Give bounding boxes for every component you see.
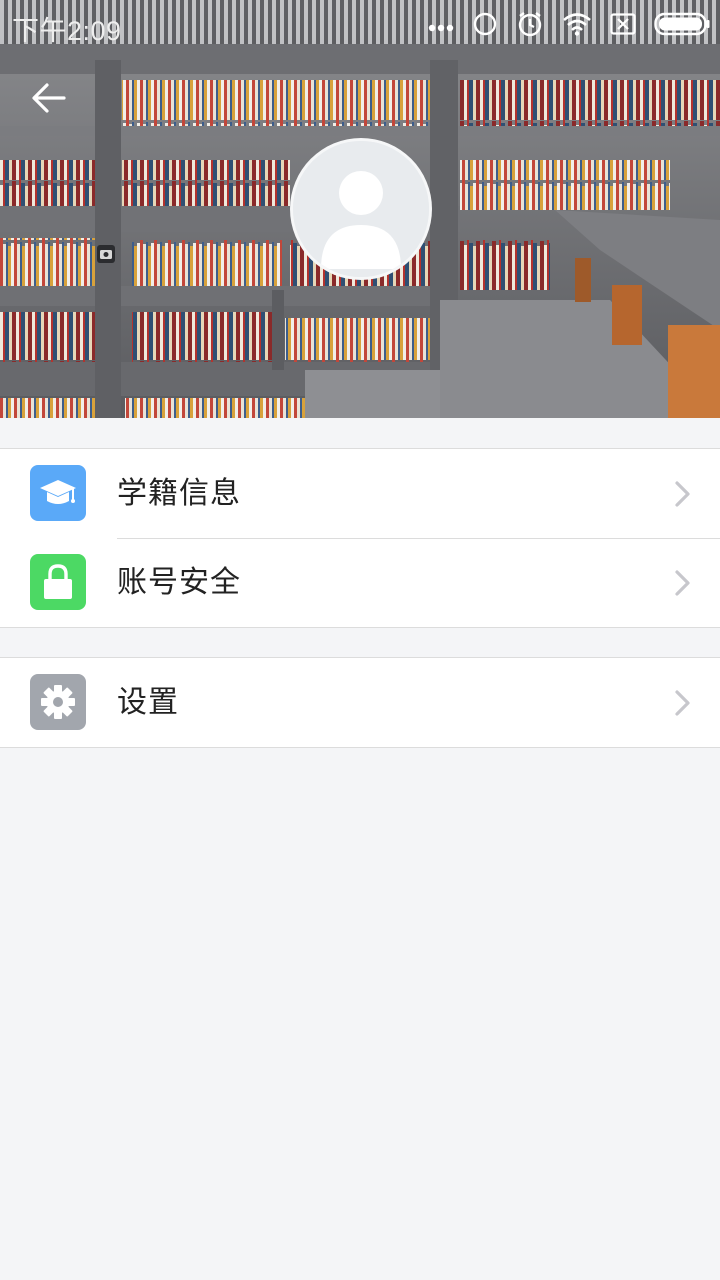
header-banner: 下午2:09: [0, 0, 720, 418]
sync-icon: [472, 11, 498, 41]
no-sim-icon: [610, 13, 636, 39]
battery-icon: [654, 12, 710, 40]
chevron-right-icon: [675, 570, 690, 596]
alarm-icon: [516, 10, 544, 42]
menu-group-account: 学籍信息 账号安全: [0, 448, 720, 628]
status-icons: [410, 10, 710, 42]
profile-screen: 下午2:09 学籍信息 账号安全 设置: [0, 0, 720, 1280]
more-dots-icon: [428, 17, 454, 36]
status-bar: 下午2:09: [0, 0, 720, 52]
menu-item-label: 设置: [117, 685, 179, 720]
camera-icon: [97, 245, 115, 263]
wifi-icon: [562, 12, 592, 40]
menu-item-student-info[interactable]: 学籍信息: [0, 449, 720, 538]
menu-item-label: 账号安全: [117, 565, 241, 600]
gear-icon: [30, 674, 86, 730]
menu-item-settings[interactable]: 设置: [0, 658, 720, 747]
default-avatar-icon: [293, 141, 429, 277]
menu-item-label: 学籍信息: [117, 476, 241, 511]
chevron-right-icon: [675, 690, 690, 716]
graduation-cap-icon: [30, 465, 86, 521]
back-button[interactable]: [24, 74, 72, 122]
avatar[interactable]: [290, 138, 432, 280]
chevron-right-icon: [675, 481, 690, 507]
lock-icon: [30, 554, 86, 610]
status-time: 下午2:09: [12, 16, 122, 46]
menu-item-account-security[interactable]: 账号安全: [0, 538, 720, 627]
menu-group-settings: 设置: [0, 657, 720, 748]
back-arrow-icon: [32, 83, 66, 113]
